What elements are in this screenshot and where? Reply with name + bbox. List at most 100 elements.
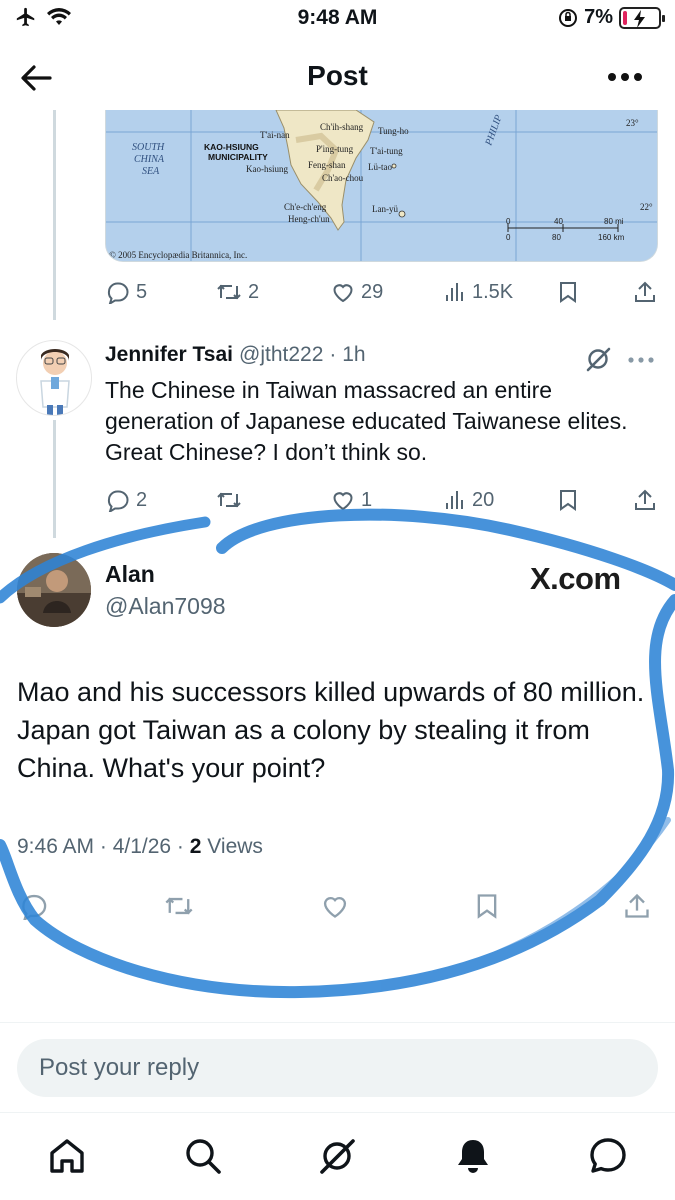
tweet-meta: 9:46 AM · 4/1/26 · 2 Views xyxy=(17,835,263,859)
like-button[interactable] xyxy=(320,892,350,920)
more-icon xyxy=(628,357,654,363)
bookmark-icon xyxy=(560,282,576,303)
nav-grok[interactable] xyxy=(316,1135,358,1182)
views-button[interactable]: 20 xyxy=(444,488,494,512)
share-button[interactable] xyxy=(634,280,656,304)
reply-button[interactable]: 5 xyxy=(106,280,147,304)
share-icon xyxy=(635,489,655,510)
views-count: 2 xyxy=(189,835,202,858)
like-count: 1 xyxy=(361,488,373,511)
grok-button[interactable] xyxy=(584,345,612,378)
battery-icon xyxy=(619,6,665,29)
author-name[interactable]: Jennifer Tsai xyxy=(105,343,233,367)
reply-button[interactable] xyxy=(20,892,48,920)
map-label-kaohsiung: Kao-hsiung xyxy=(246,164,288,174)
repost-icon xyxy=(217,492,241,508)
map-label-chihshang: Ch'ih-shang xyxy=(320,122,364,132)
like-count: 29 xyxy=(361,280,384,303)
x-com-watermark: X.com xyxy=(530,561,621,596)
nav-messages[interactable] xyxy=(587,1135,629,1182)
reply-count: 2 xyxy=(136,488,148,511)
repost-button[interactable] xyxy=(164,892,194,920)
more-icon xyxy=(608,73,642,81)
map-image[interactable]: T'ai-nan Ch'ih-shang Tung-ho P'ing-tung … xyxy=(105,110,658,262)
map-label-muni-1: KAO-HSIUNG xyxy=(204,142,259,152)
grok-icon xyxy=(320,1139,355,1174)
map-label-fengshan: Feng-shan xyxy=(308,160,346,170)
share-button[interactable] xyxy=(624,892,650,920)
views-count: 20 xyxy=(472,488,495,511)
map-label-lat22: 22° xyxy=(640,202,653,212)
repost-button[interactable]: 2 xyxy=(216,280,259,304)
main-tweet-actions xyxy=(0,890,675,924)
notifications-icon xyxy=(458,1140,488,1173)
author-handle[interactable]: @jtht222 xyxy=(239,343,323,367)
repost-count: 2 xyxy=(248,280,260,303)
post-timestamp: 9:46 AM · 4/1/26 · xyxy=(17,835,190,858)
status-bar: 9:48 AM 7% xyxy=(0,0,675,38)
battery-percent: 7% xyxy=(584,6,613,28)
nav-search[interactable] xyxy=(182,1135,224,1182)
reply-count: 5 xyxy=(136,280,148,303)
map-scale-0a: 0 xyxy=(506,217,511,226)
orientation-lock-icon xyxy=(559,8,578,27)
share-icon xyxy=(635,281,655,302)
like-button[interactable]: 1 xyxy=(331,488,372,512)
map-label-sea-1: SOUTH xyxy=(132,142,165,153)
bookmark-button[interactable] xyxy=(474,892,500,920)
bottom-nav xyxy=(0,1112,675,1200)
map-scale-0b: 0 xyxy=(506,233,511,242)
map-label-tainan: T'ai-nan xyxy=(260,130,290,140)
repost-button[interactable] xyxy=(216,488,248,512)
bookmark-button[interactable] xyxy=(557,488,579,512)
bookmark-icon xyxy=(477,894,497,919)
map-label-sea-2: CHINA xyxy=(134,154,165,165)
nav-notifications[interactable] xyxy=(452,1135,494,1182)
share-icon xyxy=(625,893,649,918)
map-scale-80: 80 xyxy=(552,233,561,242)
map-copyright: © 2005 Encyclopædia Britannica, Inc. xyxy=(109,250,247,260)
bookmark-icon xyxy=(560,490,576,511)
avatar[interactable] xyxy=(16,340,92,416)
map-label-lat23: 23° xyxy=(626,118,639,128)
map-label-lutao: Lü-tao xyxy=(368,162,392,172)
map-label-pingtung: P'ing-tung xyxy=(316,144,354,154)
tweet-more-button[interactable] xyxy=(627,344,655,370)
messages-icon xyxy=(590,1138,626,1173)
views-label: Views xyxy=(201,835,263,858)
like-button[interactable]: 29 xyxy=(331,280,383,304)
nav-home[interactable] xyxy=(46,1135,88,1182)
heart-icon xyxy=(333,284,353,303)
home-icon xyxy=(50,1139,84,1173)
heart-icon xyxy=(323,897,347,918)
map-label-sea-3: SEA xyxy=(142,166,160,177)
more-options-button[interactable] xyxy=(607,68,643,82)
map-label-lanyu: Lan-yü xyxy=(372,204,398,214)
views-button[interactable]: 1.5K xyxy=(444,280,513,304)
map-label-hengchun: Heng-ch'un xyxy=(288,214,330,224)
bookmark-button[interactable] xyxy=(557,280,579,304)
reply-input[interactable] xyxy=(17,1039,658,1097)
map-label-checheng: Ch'e-ch'eng xyxy=(284,202,327,212)
map-label-tungho: Tung-ho xyxy=(378,126,409,136)
map-label-taitung: T'ai-tung xyxy=(370,146,403,156)
avatar[interactable] xyxy=(17,553,91,627)
thread-line-bottom xyxy=(53,420,56,538)
reply-button[interactable]: 2 xyxy=(106,488,147,512)
grok-icon xyxy=(586,347,611,372)
tweet-text: Mao and his successors killed upwards of… xyxy=(17,677,645,783)
first-tweet-actions: 5 2 29 1.5K xyxy=(0,278,675,308)
reply-tweet-actions: 2 1 20 xyxy=(0,486,675,516)
repost-icon xyxy=(217,284,241,300)
author-name[interactable]: Alan xyxy=(105,561,155,588)
share-button[interactable] xyxy=(634,488,656,512)
reply-icon xyxy=(107,282,129,304)
search-icon xyxy=(186,1139,221,1174)
repost-icon xyxy=(165,897,193,915)
map-label-chaochou: Ch'ao-chou xyxy=(322,173,364,183)
author-handle[interactable]: @Alan7098 xyxy=(105,593,226,620)
reply-icon xyxy=(107,490,129,512)
post-time: · 1h xyxy=(329,343,366,366)
map-scale-160km: 160 km xyxy=(598,233,625,242)
views-icon xyxy=(446,491,463,509)
